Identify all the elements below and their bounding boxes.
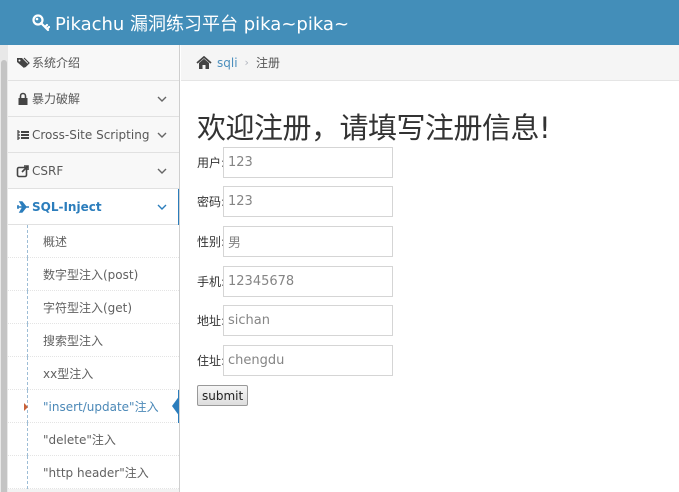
page-scrollbar[interactable]	[0, 45, 8, 492]
app-title[interactable]: Pikachu 漏洞练习平台 pika~pika~	[55, 10, 349, 36]
plane-icon	[16, 200, 30, 214]
username-input[interactable]: 123	[223, 147, 393, 178]
submenu-item-delete[interactable]: "delete"注入	[8, 423, 179, 456]
form-row-sex: 性别: 男	[197, 226, 393, 257]
register-form: 欢迎注册，请填写注册信息! 用户: 123 密码: 123 性别: 男 手机: …	[197, 105, 551, 406]
sidebar-item-brute-force[interactable]: 暴力破解	[8, 81, 179, 117]
sex-label: 性别:	[197, 235, 226, 249]
address-label: 地址:	[197, 314, 226, 328]
sidebar-item-label: Cross-Site Scripting	[32, 127, 150, 142]
submenu-item-xx[interactable]: xx型注入	[8, 357, 179, 390]
submenu-item-label: 字符型注入(get)	[43, 300, 133, 315]
share-icon	[16, 164, 30, 178]
key-icon	[32, 13, 51, 32]
sidebar-item-label: SQL-Inject	[32, 199, 102, 214]
residence-label: 住址:	[197, 354, 226, 368]
submenu-item-numeric-post[interactable]: 数字型注入(post)	[8, 258, 179, 291]
chevron-down-icon	[157, 129, 167, 139]
sex-input[interactable]: 男	[223, 226, 393, 257]
form-row-username: 用户: 123	[197, 147, 393, 178]
submenu-item-label: 概述	[43, 234, 68, 249]
phone-label: 手机:	[197, 275, 226, 289]
sidebar-item-csrf[interactable]: CSRF	[8, 153, 179, 189]
breadcrumb-link-sqli[interactable]: sqli	[217, 56, 238, 70]
password-input[interactable]: 123	[223, 186, 393, 217]
submenu-item-insert-update[interactable]: "insert/update"注入	[8, 390, 179, 423]
tags-icon	[16, 56, 30, 70]
submenu-item-label: 数字型注入(post)	[43, 267, 139, 282]
sidebar-item-xss[interactable]: Cross-Site Scripting	[8, 117, 179, 153]
username-label: 用户:	[197, 156, 226, 170]
breadcrumb-current: 注册	[255, 56, 280, 70]
password-label: 密码:	[197, 195, 226, 209]
lock-icon	[16, 92, 30, 106]
home-icon[interactable]	[196, 55, 212, 70]
sidebar-item-sql-inject[interactable]: SQL-Inject	[8, 189, 179, 225]
breadcrumb-separator-icon: ›	[244, 56, 249, 69]
submenu-item-label: xx型注入	[43, 366, 94, 381]
submenu-item-label: 搜索型注入	[43, 333, 104, 348]
form-row-address: 地址: sichan	[197, 305, 393, 336]
residence-input[interactable]: chengdu	[223, 345, 393, 376]
top-header: Pikachu 漏洞练习平台 pika~pika~	[0, 0, 679, 45]
submenu-item-label: "delete"注入	[43, 432, 116, 447]
page-title: 欢迎注册，请填写注册信息!	[197, 111, 551, 145]
form-row-password: 密码: 123	[197, 186, 393, 217]
chevron-down-icon	[157, 165, 167, 175]
form-row-residence: 住址: chengdu	[197, 345, 393, 376]
active-pointer-icon	[172, 395, 179, 417]
submenu-item-overview[interactable]: 概述	[8, 225, 179, 258]
form-row-phone: 手机: 12345678	[197, 266, 393, 297]
sidebar-item-intro[interactable]: 系统介绍	[8, 45, 179, 81]
sidebar-item-label: CSRF	[32, 163, 64, 178]
submenu-item-label: "http header"注入	[43, 465, 149, 480]
caret-right-icon	[24, 403, 28, 411]
scrollbar-thumb[interactable]	[1, 60, 7, 492]
phone-input[interactable]: 12345678	[223, 266, 393, 297]
sidebar-item-label: 系统介绍	[32, 56, 81, 70]
sql-inject-submenu: 概述 数字型注入(post) 字符型注入(get) 搜索型注入 xx型注入 "i…	[8, 225, 179, 489]
address-input[interactable]: sichan	[223, 305, 393, 336]
list-icon	[16, 128, 30, 142]
submenu-item-label: "insert/update"注入	[43, 399, 159, 414]
sidebar: 系统介绍 暴力破解 Cross-Site Scripting CSRF SQL-…	[8, 45, 180, 492]
submenu-item-search[interactable]: 搜索型注入	[8, 324, 179, 357]
sidebar-item-label: 暴力破解	[32, 92, 81, 106]
chevron-down-icon	[157, 201, 167, 211]
breadcrumb: sqli › 注册	[181, 45, 679, 81]
submenu-item-http-header[interactable]: "http header"注入	[8, 456, 179, 489]
submit-button[interactable]: submit	[197, 385, 249, 406]
submenu-item-string-get[interactable]: 字符型注入(get)	[8, 291, 179, 324]
chevron-down-icon	[157, 93, 167, 103]
